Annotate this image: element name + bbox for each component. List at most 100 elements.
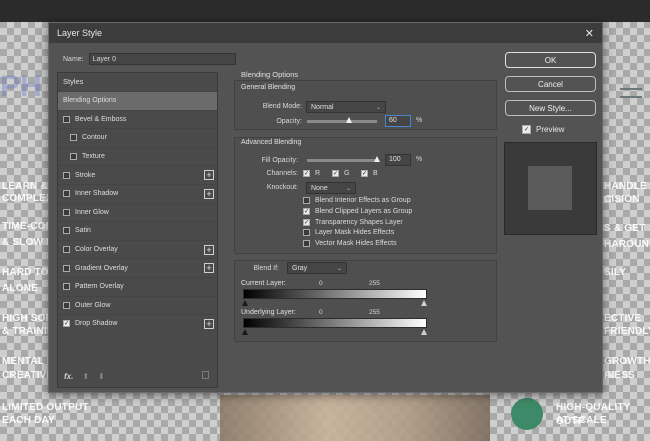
trash-icon[interactable] (202, 371, 209, 379)
advanced-option-label: Blend Clipped Layers as Group (315, 207, 413, 215)
move-down-icon[interactable]: ⬇ (98, 372, 105, 381)
add-effect-icon[interactable]: + (204, 263, 214, 274)
knockout-value: None (311, 184, 328, 192)
advanced-option-checkbox[interactable] (303, 240, 310, 248)
style-item[interactable]: Gradient Overlay + (58, 258, 217, 277)
blend-if-value: Gray (292, 264, 308, 272)
advanced-option-checkbox[interactable]: ✓ (303, 207, 310, 215)
style-item[interactable]: Blending Options (58, 91, 217, 110)
opacity-label: Opacity: (276, 118, 302, 125)
move-up-icon[interactable]: ⬆ (82, 372, 89, 381)
style-item-label: Inner Glow (75, 208, 109, 216)
style-item[interactable]: Stroke + (58, 165, 217, 184)
advanced-option-checkbox[interactable] (303, 197, 310, 204)
opacity-input[interactable]: 60 (385, 115, 411, 127)
opacity-percent: % (416, 117, 423, 124)
underlying-layer-white-slider[interactable] (421, 329, 427, 335)
ok-button[interactable]: OK (505, 52, 596, 68)
current-layer-white-slider[interactable] (421, 300, 427, 306)
add-effect-icon[interactable]: + (204, 188, 214, 199)
opacity-slider-thumb[interactable] (346, 117, 352, 123)
style-item-checkbox[interactable] (63, 171, 70, 179)
advanced-option-label: Vector Mask Hides Effects (315, 240, 397, 248)
blending-options-title: Blending Options (241, 70, 299, 79)
style-item[interactable]: Texture (58, 146, 217, 166)
knockout-label: Knockout: (266, 184, 298, 191)
advanced-option-label: Blend Interior Effects as Group (315, 197, 411, 204)
advanced-option[interactable]: Blend Interior Effects as Group (303, 197, 411, 204)
style-item-checkbox[interactable] (70, 153, 77, 161)
general-blending-group: General Blending Blend Mode: Normal ⌄ Op… (234, 80, 497, 130)
style-preview-swatch (528, 166, 572, 210)
style-item-checkbox[interactable] (63, 246, 70, 254)
growth-icon (511, 398, 543, 430)
cancel-button[interactable]: Cancel (505, 76, 596, 92)
close-icon[interactable]: ✕ (585, 27, 594, 40)
fill-opacity-slider[interactable] (307, 159, 377, 162)
new-style-button[interactable]: New Style... (505, 100, 596, 116)
style-item-checkbox[interactable] (63, 283, 70, 291)
dialog-title: Layer Style (57, 28, 103, 38)
style-item[interactable]: Bevel & Emboss (58, 109, 217, 129)
dialog-titlebar[interactable]: Layer Style ✕ (49, 23, 602, 43)
channel-b-checkbox[interactable]: ✓ (361, 170, 368, 177)
channel-g[interactable]: ✓ G (332, 170, 349, 177)
current-layer-max: 255 (369, 280, 380, 287)
style-item-checkbox[interactable] (70, 134, 77, 142)
style-item-label: Bevel & Emboss (75, 115, 127, 123)
channel-g-checkbox[interactable]: ✓ (332, 170, 339, 177)
styles-header[interactable]: Styles (58, 73, 217, 91)
style-item-checkbox[interactable]: ✓ (63, 320, 70, 328)
current-layer-black-slider[interactable] (242, 300, 248, 306)
add-effect-icon[interactable]: + (204, 319, 214, 330)
background-left-line: & TRAININ (2, 326, 55, 337)
advanced-option[interactable]: ✓ Transparency Shapes Layer (303, 218, 403, 226)
layer-name-input[interactable] (88, 53, 236, 65)
style-item[interactable]: Inner Shadow + (58, 183, 217, 203)
style-item[interactable]: Pattern Overlay (58, 276, 217, 296)
style-item[interactable]: Satin (58, 221, 217, 240)
blend-mode-select[interactable]: Normal ⌄ (306, 101, 386, 113)
opacity-slider[interactable] (307, 120, 377, 123)
knockout-select[interactable]: None ⌄ (306, 182, 356, 194)
advanced-option-checkbox[interactable] (303, 229, 310, 237)
fill-opacity-slider-thumb[interactable] (374, 156, 380, 162)
style-item-label: Blending Options (63, 97, 117, 105)
underlying-layer-black-slider[interactable] (242, 329, 248, 335)
add-effect-icon[interactable]: + (204, 244, 214, 255)
style-item-checkbox[interactable] (63, 264, 70, 272)
style-item-checkbox[interactable] (63, 227, 70, 235)
current-layer-label: Current Layer: (241, 280, 286, 287)
advanced-option-checkbox[interactable]: ✓ (303, 218, 310, 226)
background-photo (220, 395, 490, 441)
background-left-line: LIMITED OUTPUT (2, 402, 89, 413)
style-preview (504, 142, 597, 235)
advanced-option[interactable]: Vector Mask Hides Effects (303, 240, 397, 248)
style-item-checkbox[interactable] (63, 190, 70, 198)
advanced-option[interactable]: Layer Mask Hides Effects (303, 229, 394, 237)
fill-opacity-input[interactable]: 100 (385, 154, 411, 166)
advanced-option[interactable]: ✓ Blend Clipped Layers as Group (303, 207, 413, 215)
fx-icon[interactable]: fx. (64, 372, 73, 381)
advanced-blending-title: Advanced Blending (241, 139, 302, 146)
style-item[interactable]: Contour (58, 128, 217, 147)
style-item[interactable]: ✓ Drop Shadow + (58, 314, 217, 333)
style-item[interactable]: Outer Glow (58, 295, 217, 315)
advanced-blending-group: Advanced Blending Fill Opacity: 100 % Ch… (234, 137, 497, 254)
underlying-layer-label: Underlying Layer: (241, 309, 296, 316)
style-item[interactable]: Inner Glow (58, 202, 217, 222)
blend-if-select[interactable]: Gray ⌄ (287, 262, 347, 274)
channel-b[interactable]: ✓ B (361, 170, 378, 177)
preview-checkbox[interactable]: ✓ (522, 125, 531, 134)
add-effect-icon[interactable]: + (204, 170, 214, 181)
chevron-down-icon: ⌄ (336, 265, 342, 272)
channels-label: Channels: (266, 170, 298, 177)
channel-r[interactable]: ✓ R (303, 170, 320, 177)
style-item-checkbox[interactable] (63, 115, 70, 123)
preview-toggle[interactable]: ✓ Preview (522, 125, 564, 134)
style-item[interactable]: Color Overlay + (58, 239, 217, 259)
style-item-checkbox[interactable] (63, 208, 70, 216)
styles-footer: fx. ⬆ ⬇ (58, 365, 217, 387)
channel-r-checkbox[interactable]: ✓ (303, 170, 310, 177)
style-item-checkbox[interactable] (63, 301, 70, 309)
